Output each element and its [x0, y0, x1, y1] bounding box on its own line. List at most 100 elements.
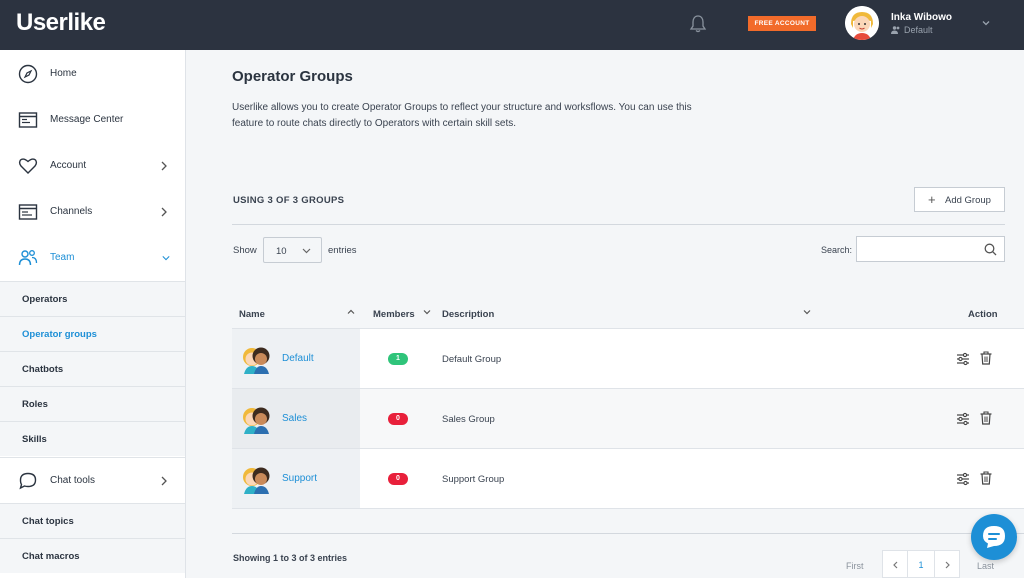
user-avatar[interactable] [845, 6, 879, 40]
trash-icon[interactable] [980, 471, 992, 485]
chevron-down-icon [162, 256, 170, 261]
group-description: Sales Group [442, 414, 495, 425]
sidebar-subitem-label: Chatbots [22, 364, 64, 375]
settings-sliders-icon[interactable] [956, 472, 970, 486]
sort-desc-icon[interactable] [803, 308, 811, 316]
trash-icon[interactable] [980, 411, 992, 425]
plus-icon: + [928, 192, 936, 207]
group-avatar-icon [243, 407, 270, 434]
group-avatar-icon [243, 467, 270, 494]
table-row: Support 0 Support Group [232, 449, 1024, 509]
chat-bubble-icon [983, 526, 1005, 548]
search-field[interactable] [856, 236, 1005, 262]
sidebar-subitem-roles[interactable]: Roles [0, 386, 185, 421]
group-description: Default Group [442, 354, 502, 365]
sort-desc-icon[interactable] [423, 308, 431, 316]
sidebar-subitem-operators[interactable]: Operators [0, 281, 185, 316]
users-icon [891, 26, 900, 34]
table-footer-divider [232, 533, 1024, 534]
search-input[interactable] [861, 241, 979, 257]
name-cell: Sales [232, 389, 360, 448]
entries-select[interactable]: 10 [263, 237, 322, 263]
showing-entries-text: Showing 1 to 3 of 3 entries [233, 553, 348, 563]
sidebar-subitem-chat-macros[interactable]: Chat macros [0, 538, 185, 573]
add-group-button[interactable]: + Add Group [914, 187, 1005, 212]
divider [232, 224, 1005, 225]
sidebar-item-label: Message Center [50, 114, 124, 125]
chevron-right-icon [161, 207, 167, 217]
user-name: Inka Wibowo [891, 12, 953, 23]
sidebar-item-label: Channels [50, 206, 93, 217]
sort-asc-icon[interactable] [347, 308, 355, 316]
sidebar-subitem-label: Chat topics [22, 516, 74, 527]
sidebar-item-account[interactable]: Account [0, 143, 185, 189]
sidebar: Home Message Center Account Channels Tea… [0, 50, 186, 578]
chevron-right-icon [161, 476, 167, 486]
group-description: Support Group [442, 474, 505, 485]
inbox-icon [18, 112, 38, 128]
column-header-description[interactable]: Description [442, 309, 494, 320]
sidebar-item-message-center[interactable]: Message Center [0, 97, 185, 143]
column-header-members[interactable]: Members [373, 309, 415, 320]
sidebar-subitem-label: Operator groups [22, 329, 97, 340]
pagination-page-1[interactable]: 1 [908, 550, 934, 578]
sidebar-subitem-chatbots[interactable]: Chatbots [0, 351, 185, 386]
sidebar-item-channels[interactable]: Channels [0, 189, 185, 235]
page-description: Userlike allows you to create Operator G… [232, 102, 692, 129]
page-title: Operator Groups [232, 68, 353, 85]
top-bar: Userlike FREE ACCOUNT Inka Wibowo Defaul… [0, 0, 1024, 50]
group-avatar-icon [243, 347, 270, 374]
chevron-down-icon[interactable] [981, 18, 991, 28]
entries-select-value: 10 [276, 246, 287, 257]
sidebar-subitem-skills[interactable]: Skills [0, 421, 185, 456]
column-header-action: Action [968, 309, 998, 320]
sidebar-item-label: Chat tools [50, 475, 96, 486]
trash-icon[interactable] [980, 351, 992, 365]
userlike-logo[interactable]: Userlike [16, 9, 106, 37]
sidebar-subitem-label: Operators [22, 294, 68, 305]
sidebar-item-label: Team [50, 252, 75, 263]
chevron-right-icon [945, 561, 950, 569]
settings-sliders-icon[interactable] [956, 352, 970, 366]
chevron-left-icon [893, 561, 898, 569]
sidebar-subitem-label: Chat macros [22, 551, 80, 562]
bell-icon[interactable] [688, 14, 708, 34]
sidebar-item-team[interactable]: Team [0, 235, 185, 281]
search-icon[interactable] [984, 243, 997, 256]
sidebar-subitem-label: Roles [22, 399, 48, 410]
settings-sliders-icon[interactable] [956, 412, 970, 426]
pagination-next-button[interactable] [934, 550, 960, 578]
sidebar-item-home[interactable]: Home [0, 51, 185, 97]
group-name-link[interactable]: Sales [282, 413, 307, 424]
name-cell: Support [232, 449, 360, 508]
chevron-right-icon [161, 161, 167, 171]
pagination-prev-button[interactable] [882, 550, 908, 578]
group-name-link[interactable]: Support [282, 473, 317, 484]
show-label: Show [233, 245, 257, 256]
user-role: Default [904, 25, 933, 35]
add-group-label: Add Group [945, 195, 991, 206]
free-account-badge[interactable]: FREE ACCOUNT [748, 16, 816, 31]
chat-widget-button[interactable] [971, 514, 1017, 560]
sidebar-subitem-operator-groups[interactable]: Operator groups [0, 316, 185, 351]
search-label: Search: [821, 245, 853, 255]
members-count-badge: 1 [388, 353, 408, 365]
table-row: Sales 0 Sales Group [232, 389, 1024, 449]
sidebar-subitem-label: Skills [22, 434, 47, 445]
members-count-badge: 0 [388, 413, 408, 425]
members-count-badge: 0 [388, 473, 408, 485]
window-icon [18, 204, 38, 220]
column-header-name[interactable]: Name [239, 309, 265, 320]
group-name-link[interactable]: Default [282, 353, 314, 364]
chevron-down-icon [302, 248, 311, 254]
sidebar-item-label: Account [50, 160, 87, 171]
sidebar-subitem-chat-topics[interactable]: Chat topics [0, 503, 185, 538]
name-cell: Default [232, 329, 360, 388]
pagination-first[interactable]: First [846, 561, 864, 571]
team-icon [18, 250, 38, 266]
pagination-last[interactable]: Last [977, 561, 994, 571]
sidebar-item-chat-tools[interactable]: Chat tools [0, 457, 185, 503]
compass-icon [18, 64, 38, 84]
usage-count: USING 3 OF 3 GROUPS [233, 195, 345, 206]
entries-label: entries [328, 245, 357, 256]
